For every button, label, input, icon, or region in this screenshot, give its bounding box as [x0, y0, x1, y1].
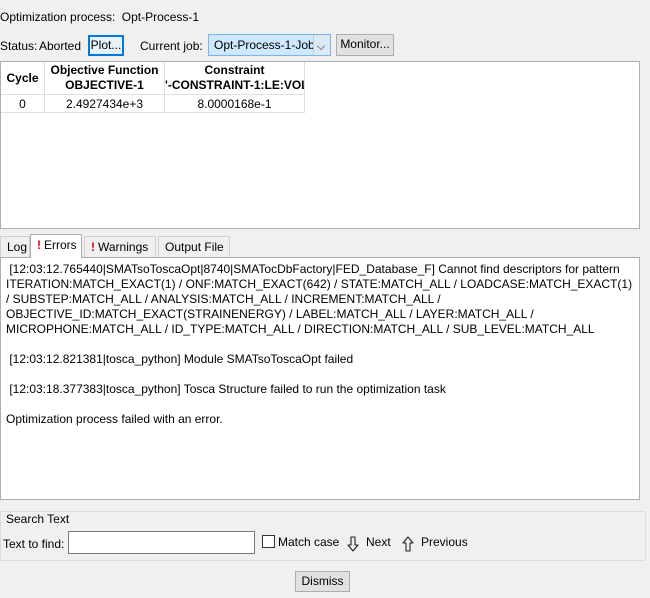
search-input[interactable]: [68, 531, 255, 554]
tab-output-file[interactable]: Output File: [158, 236, 230, 258]
match-case-checkbox[interactable]: [262, 535, 275, 548]
text-to-find-label: Text to find:: [3, 537, 65, 551]
next-label: Next: [366, 535, 391, 549]
warning-bang-icon: !: [91, 240, 95, 254]
log-message: Optimization process failed with an erro…: [6, 412, 223, 426]
process-row: Optimization process: Opt-Process-1: [0, 10, 199, 24]
process-name: Opt-Process-1: [121, 10, 200, 24]
process-label: Optimization process:: [0, 10, 116, 24]
chevron-down-icon[interactable]: [313, 35, 330, 55]
tab-errors[interactable]: ! Errors: [30, 234, 82, 258]
table-row[interactable]: 0 2.4927434e+3 8.0000168e-1: [1, 94, 305, 113]
cell-objective: 2.4927434e+3: [44, 94, 165, 113]
cell-cycle: 0: [1, 94, 45, 113]
cell-constraint: 8.0000168e-1: [164, 94, 305, 113]
plot-button[interactable]: Plot...: [88, 35, 124, 56]
arrow-down-icon: [347, 536, 359, 552]
log-message: [12:03:18.377383|tosca_python] Tosca Str…: [6, 382, 446, 396]
table-header-row: Cycle Objective Function OBJECTIVE-1 Con…: [1, 62, 305, 95]
current-job-value: Opt-Process-1-Job: [214, 38, 315, 52]
results-table: Cycle Objective Function OBJECTIVE-1 Con…: [1, 62, 305, 113]
next-button[interactable]: Next: [347, 535, 409, 553]
status-value: Aborted: [39, 39, 82, 53]
col-header-constraint[interactable]: Constraint '-CONSTRAINT-1:LE:VOLU: [164, 62, 305, 95]
log-message: [12:03:12.821381|tosca_python] Module SM…: [6, 352, 354, 366]
tab-log[interactable]: Log: [0, 236, 30, 258]
log-message: [12:03:12.765440|SMATsoToscaOpt|8740|SMA…: [6, 262, 636, 336]
monitor-button[interactable]: Monitor...: [336, 34, 394, 56]
status-label: Status:: [0, 39, 38, 53]
previous-label: Previous: [421, 535, 468, 549]
current-job-select[interactable]: Opt-Process-1-Job: [208, 34, 331, 56]
current-job-label: Current job:: [140, 39, 203, 53]
match-case-label[interactable]: Match case: [278, 535, 339, 549]
dismiss-button[interactable]: Dismiss: [295, 571, 350, 592]
search-group-title: Search Text: [4, 512, 72, 526]
col-header-objective[interactable]: Objective Function OBJECTIVE-1: [44, 62, 165, 95]
arrow-up-icon: [402, 536, 414, 552]
previous-button[interactable]: Previous: [402, 535, 482, 553]
results-table-panel: Cycle Objective Function OBJECTIVE-1 Con…: [0, 61, 640, 229]
warning-bang-icon: !: [37, 238, 41, 252]
tab-warnings[interactable]: ! Warnings: [84, 236, 156, 258]
errors-log-area[interactable]: [12:03:12.765440|SMATsoToscaOpt|8740|SMA…: [0, 257, 640, 500]
col-header-cycle[interactable]: Cycle: [1, 62, 45, 95]
